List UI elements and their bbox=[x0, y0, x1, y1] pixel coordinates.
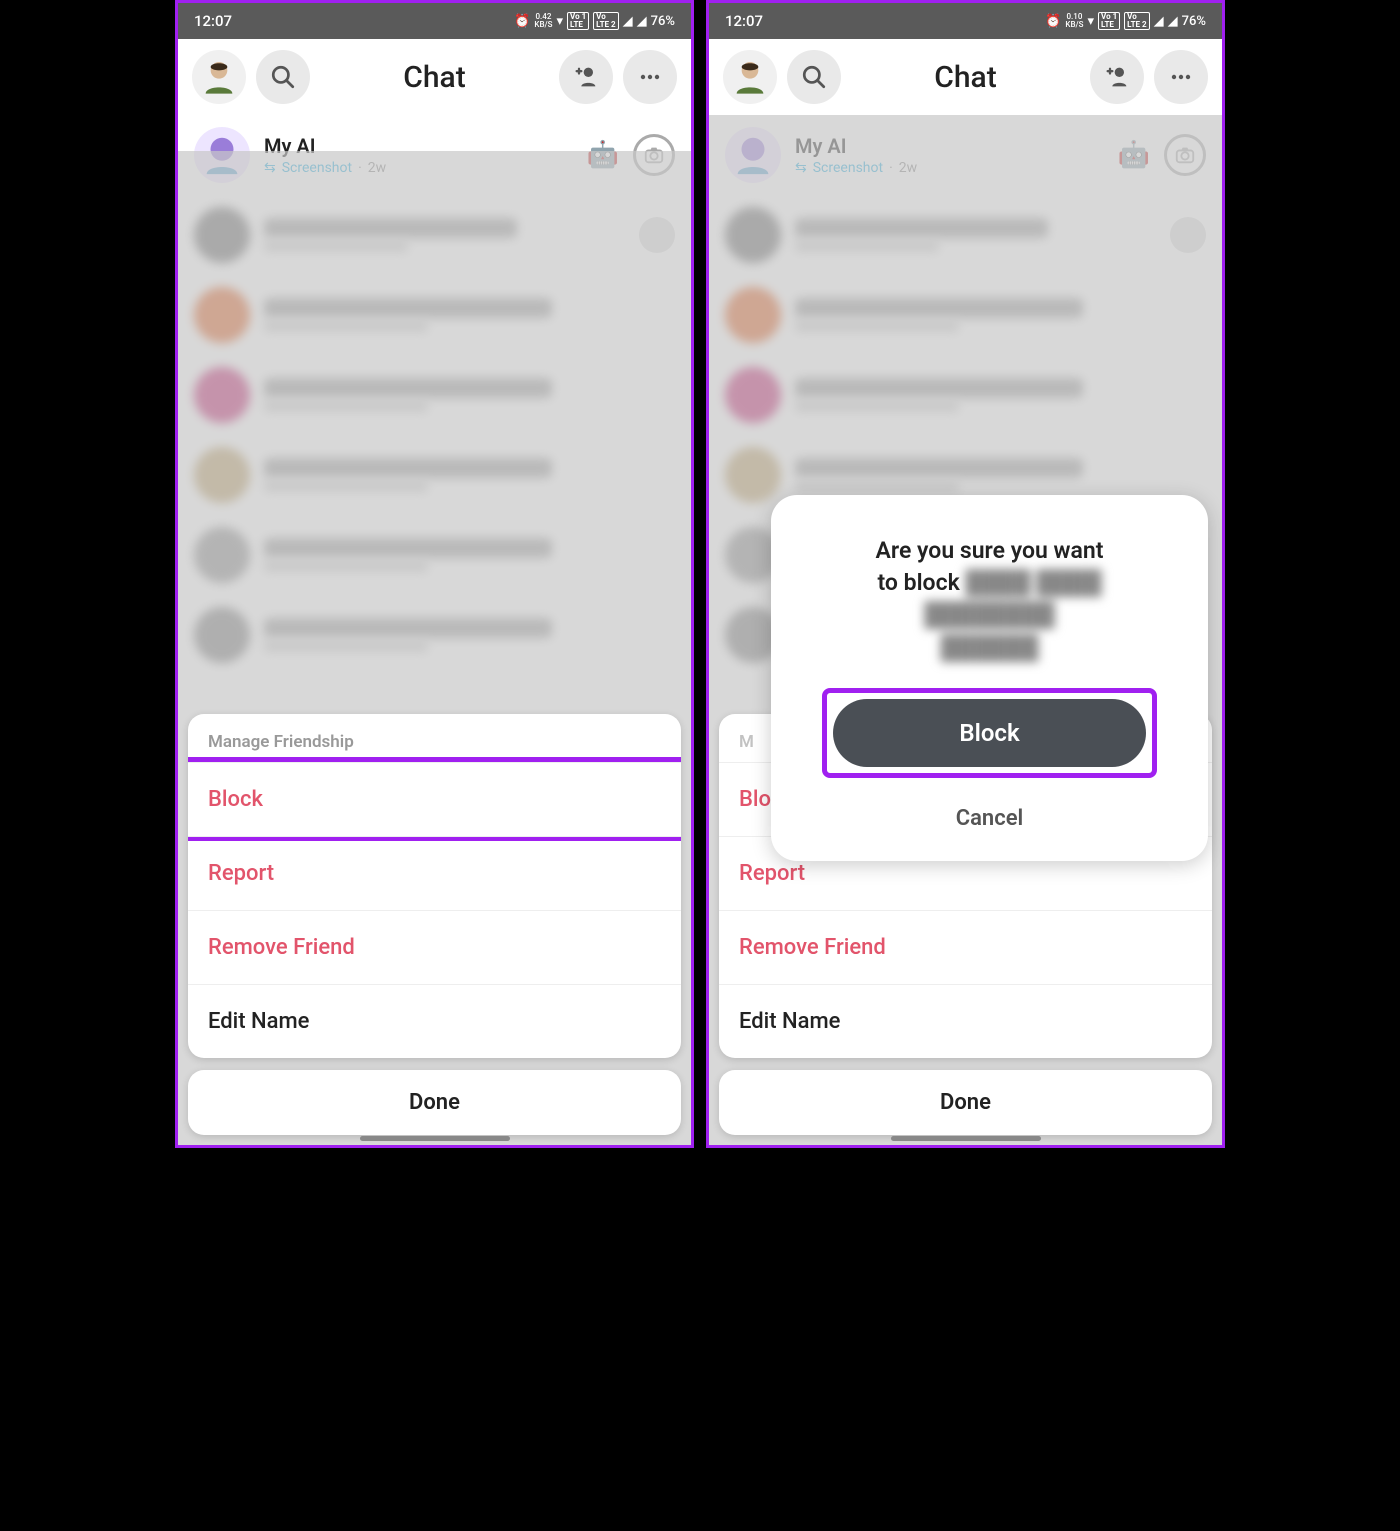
search-button[interactable] bbox=[787, 50, 841, 104]
dialog-message: Are you sure you want to block ████ ████… bbox=[799, 535, 1180, 664]
home-indicator[interactable] bbox=[891, 1136, 1041, 1141]
chat-list: My AI ⇆ Screenshot · 2w 🤖 .. .. .. .. ..… bbox=[178, 115, 691, 1145]
more-icon bbox=[638, 65, 662, 89]
signal-icon: ◢ bbox=[1154, 14, 1164, 29]
more-button[interactable] bbox=[1154, 50, 1208, 104]
add-user-icon bbox=[1103, 63, 1131, 91]
status-time: 12:07 bbox=[725, 12, 763, 30]
status-bar: 12:07 ⏰ 0.42KB/S ▾ Vo 1LTE VoLTE 2 ◢ ◢ 7… bbox=[178, 3, 691, 39]
phone-right-screenshot: 12:07 ⏰ 0.10KB/S ▾ Vo 1LTE VoLTE 2 ◢ ◢ 7… bbox=[706, 0, 1225, 1148]
report-option[interactable]: Report bbox=[188, 836, 681, 910]
battery-percent: 76% bbox=[651, 14, 675, 29]
alarm-icon: ⏰ bbox=[1045, 14, 1061, 29]
alarm-icon: ⏰ bbox=[514, 14, 530, 29]
chat-header: Chat bbox=[709, 39, 1222, 115]
more-icon bbox=[1169, 65, 1193, 89]
signal-icon: ◢ bbox=[623, 14, 633, 29]
search-button[interactable] bbox=[256, 50, 310, 104]
battery-percent: 76% bbox=[1182, 14, 1206, 29]
block-confirm-dialog: Are you sure you want to block ████ ████… bbox=[771, 495, 1208, 861]
lte1-badge: Vo 1LTE bbox=[567, 12, 589, 30]
profile-avatar[interactable] bbox=[192, 50, 246, 104]
search-icon bbox=[801, 64, 827, 90]
add-user-icon bbox=[572, 63, 600, 91]
search-icon bbox=[270, 64, 296, 90]
chat-header: Chat bbox=[178, 39, 691, 115]
home-indicator[interactable] bbox=[360, 1136, 510, 1141]
page-title: Chat bbox=[320, 60, 549, 95]
block-option[interactable]: Block bbox=[188, 762, 681, 836]
wifi-icon: ▾ bbox=[556, 14, 563, 29]
done-button[interactable]: Done bbox=[719, 1070, 1212, 1135]
manage-friendship-sheet: Manage Friendship Block Report Remove Fr… bbox=[188, 714, 681, 1135]
status-right: ⏰ 0.10KB/S ▾ Vo 1LTE VoLTE 2 ◢ ◢ 76% bbox=[1045, 12, 1206, 30]
lte2-badge: VoLTE 2 bbox=[1124, 12, 1149, 30]
more-button[interactable] bbox=[623, 50, 677, 104]
sheet-title: Manage Friendship bbox=[188, 714, 681, 762]
lte1-badge: Vo 1LTE bbox=[1098, 12, 1120, 30]
status-right: ⏰ 0.42KB/S ▾ Vo 1LTE VoLTE 2 ◢ ◢ 76% bbox=[514, 12, 675, 30]
profile-avatar[interactable] bbox=[723, 50, 777, 104]
status-bar: 12:07 ⏰ 0.10KB/S ▾ Vo 1LTE VoLTE 2 ◢ ◢ 7… bbox=[709, 3, 1222, 39]
remove-friend-option[interactable]: Remove Friend bbox=[719, 910, 1212, 984]
confirm-block-button[interactable]: Block bbox=[833, 699, 1146, 767]
page-title: Chat bbox=[851, 60, 1080, 95]
edit-name-option[interactable]: Edit Name bbox=[719, 984, 1212, 1058]
chat-list: My AI ⇆ Screenshot · 2w 🤖 .. .. .. .. ..… bbox=[709, 115, 1222, 1145]
signal-icon-2: ◢ bbox=[1168, 14, 1178, 29]
phone-left-screenshot: 12:07 ⏰ 0.42KB/S ▾ Vo 1LTE VoLTE 2 ◢ ◢ 7… bbox=[175, 0, 694, 1148]
cancel-button[interactable]: Cancel bbox=[799, 788, 1180, 837]
remove-friend-option[interactable]: Remove Friend bbox=[188, 910, 681, 984]
edit-name-option[interactable]: Edit Name bbox=[188, 984, 681, 1058]
add-friend-button[interactable] bbox=[1090, 50, 1144, 104]
wifi-icon: ▾ bbox=[1087, 14, 1094, 29]
add-friend-button[interactable] bbox=[559, 50, 613, 104]
done-button[interactable]: Done bbox=[188, 1070, 681, 1135]
lte2-badge: VoLTE 2 bbox=[593, 12, 618, 30]
status-time: 12:07 bbox=[194, 12, 232, 30]
signal-icon-2: ◢ bbox=[637, 14, 647, 29]
